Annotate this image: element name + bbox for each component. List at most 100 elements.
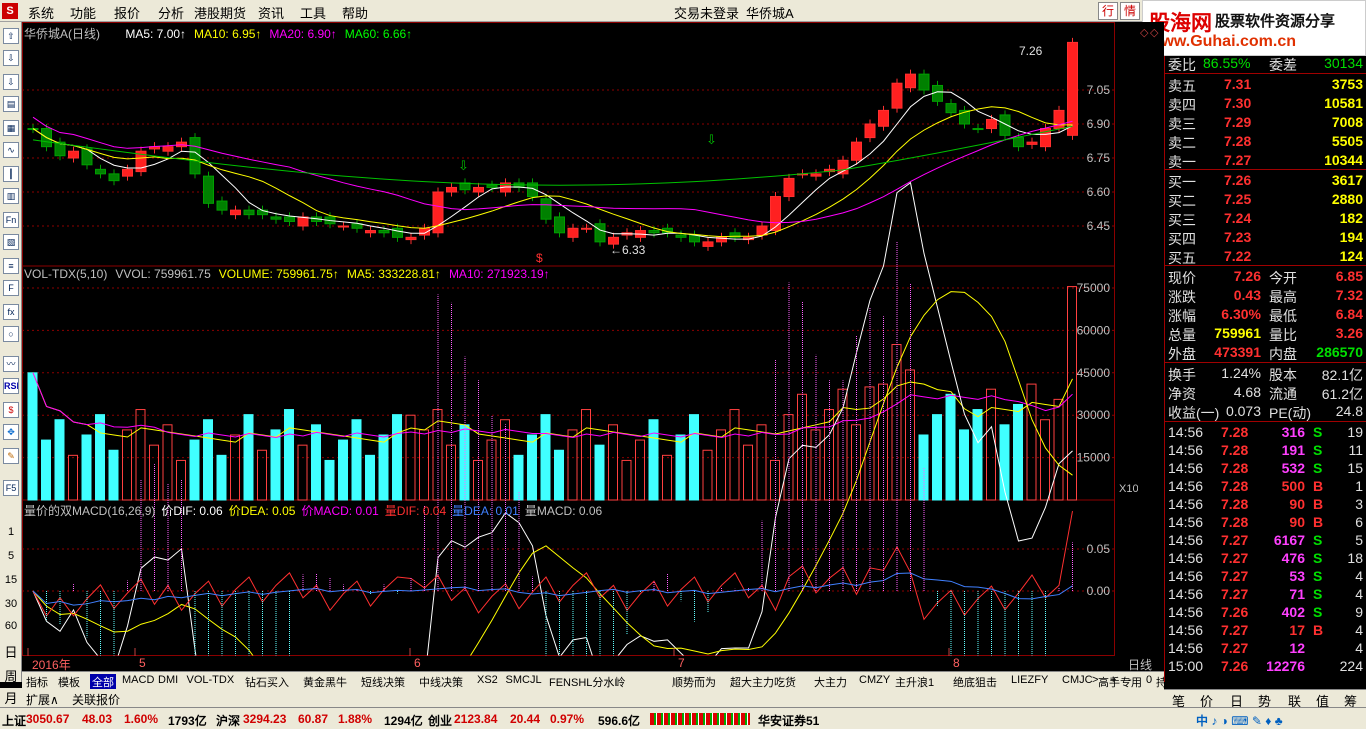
expand-tab[interactable]: 扩展∧ [26,691,59,708]
indicator-tab[interactable]: 超大主力吃货 [730,674,796,690]
system-tray-icons[interactable]: 中 ♪ ◑ ⌨ ✎ ♦ ♣ [1196,712,1283,729]
indicator-tab[interactable]: VOL-TDX [187,674,235,686]
tab-scroll-button[interactable]: > [1092,674,1098,686]
bar-chart-icon[interactable]: ▥ [3,188,19,204]
tick-row[interactable]: 14:56 7.27 6167 S 5 [1165,531,1366,550]
indicator-tab[interactable]: 高手专用 [1098,674,1142,690]
document-icon[interactable]: ▧ [3,234,19,250]
indicator-tab[interactable]: DMI [158,674,178,686]
menu-item-help[interactable]: 帮助 [342,3,368,22]
function-icon[interactable]: Fn [3,212,19,228]
move-icon[interactable]: ✥ [3,424,19,440]
stat-row[interactable]: 总量 759961 量比 3.26 [1165,324,1366,343]
indicator-tab[interactable]: 黄金黑牛 [303,674,347,690]
tick-row[interactable]: 14:56 7.27 476 S 18 [1165,549,1366,568]
indicator-tab[interactable]: 中线决策 [419,674,463,690]
circle-icon[interactable]: ○ [3,326,19,342]
indicator-tab[interactable]: 短线决策 [361,674,405,690]
list-icon[interactable]: ≡ [3,258,19,274]
menu-item-analysis[interactable]: 分析 [158,3,184,22]
tab-scroll-button[interactable]: - [1128,674,1132,686]
brand-banner[interactable]: 股海网 股票软件资源分享 www.Guhai.com.cn [1142,0,1366,56]
tick-row[interactable]: 14:56 7.27 12 4 [1165,639,1366,658]
arrow-up-icon[interactable]: ⇧ [3,28,19,44]
indicator-tab[interactable]: 指标 [26,674,48,690]
grid-icon[interactable]: ▦ [3,120,19,136]
tick-row[interactable]: 14:56 7.26 402 S 9 [1165,603,1366,622]
indicator-tab[interactable]: SMCJL [506,674,542,686]
indicator-tab[interactable]: 绝底狙击 [953,674,997,690]
stat-row[interactable]: 换手 1.24% 股本 82.1亿 [1165,364,1366,383]
indicator-tab[interactable]: CMZY [859,674,890,686]
f5-icon[interactable]: F5 [3,480,19,496]
indicator-tab[interactable]: LIEZFY [1011,674,1048,686]
period-15min[interactable]: 15 [0,574,22,586]
ask-row[interactable]: 卖二 7.28 5505 [1165,132,1366,151]
stock-chart[interactable]: 7.05 6.90 6.75 6.60 6.45 75000 60000 45000 30000… [22,22,1138,656]
formula-icon[interactable]: F [3,280,19,296]
tick-row[interactable]: 14:56 7.28 316 S 19 [1165,423,1366,442]
candle-icon[interactable]: ┃ [3,166,19,182]
indicator-tab[interactable]: CMJC [1062,674,1093,686]
bid-row[interactable]: 买三 7.24 182 [1165,209,1366,228]
stat-row[interactable]: 涨幅 6.30% 最低 6.84 [1165,305,1366,324]
period-1min[interactable]: 1 [0,526,22,538]
fx-icon[interactable]: fx [3,304,19,320]
indicator-tab[interactable]: 主升浪1 [895,674,934,690]
menu-item-system[interactable]: 系统 [28,3,54,22]
bid-row[interactable]: 买二 7.25 2880 [1165,190,1366,209]
stat-row[interactable]: 净资 4.68 流通 61.2亿 [1165,383,1366,402]
ask-row[interactable]: 卖四 7.30 10581 [1165,94,1366,113]
tab-scroll-button[interactable]: 0 [1146,674,1152,686]
indicator-tab[interactable]: FENSHL分水岭 [549,674,625,690]
stat-row[interactable]: 现价 7.26 今开 6.85 [1165,267,1366,286]
ask-row[interactable]: 卖一 7.27 10344 [1165,151,1366,170]
line-chart-icon[interactable]: ∿ [3,142,19,158]
indicator-tab[interactable]: 全部 [90,674,116,690]
ask-row[interactable]: 卖三 7.29 7008 [1165,113,1366,132]
tick-row[interactable]: 14:56 7.27 53 S 4 [1165,567,1366,586]
arrow-down-icon[interactable]: ⇩ [3,50,19,66]
bid-row[interactable]: 买四 7.23 194 [1165,228,1366,247]
menu-item-hk-futures[interactable]: 港股期货 [194,3,246,22]
bid-row[interactable]: 买五 7.22 124 [1165,247,1366,266]
period-60min[interactable]: 60 [0,620,22,632]
period-day[interactable]: 日 [0,642,22,661]
period-week[interactable]: 周 [0,666,22,685]
arrow-down2-icon[interactable]: ⇩ [3,74,19,90]
indicator-tab[interactable]: 顺势而为 [672,674,716,690]
tab-scroll-button[interactable]: + [1110,674,1116,686]
market-button[interactable]: 行 [1098,2,1118,20]
menu-item-tools[interactable]: 工具 [300,3,326,22]
ask-row[interactable]: 卖五 7.31 3753 [1165,75,1366,94]
info-button[interactable]: 情 [1120,2,1140,20]
rsi-icon[interactable]: RSI [3,378,19,394]
tick-row[interactable]: 14:56 7.28 191 S 11 [1165,441,1366,460]
stat-row[interactable]: 涨跌 0.43 最高 7.32 [1165,286,1366,305]
related-quote-tab[interactable]: 关联报价 [72,691,120,708]
indicator-tab[interactable]: XS2 [477,674,498,686]
pencil-icon[interactable]: ✎ [3,448,19,464]
committee-row[interactable]: 委比 86.55% 委差 30134 [1165,54,1366,73]
bid-row[interactable]: 买一 7.26 3617 [1165,171,1366,190]
period-30min[interactable]: 30 [0,598,22,610]
wave-icon[interactable]: 〰 [3,356,19,372]
menu-item-news[interactable]: 资讯 [258,3,284,22]
report-icon[interactable]: ▤ [3,96,19,112]
indicator-tab[interactable]: 模板 [58,674,80,690]
indicator-tab[interactable]: 钻石买入 [245,674,289,690]
tick-row[interactable]: 15:00 7.26 12276 224 [1165,657,1366,676]
tick-row[interactable]: 14:56 7.28 532 S 15 [1165,459,1366,478]
tick-row[interactable]: 14:56 7.27 17 B 4 [1165,621,1366,640]
period-5min[interactable]: 5 [0,550,22,562]
menu-item-quote[interactable]: 报价 [114,3,140,22]
indicator-tab[interactable]: MACD [122,674,154,686]
tick-row[interactable]: 14:56 7.28 500 B 1 [1165,477,1366,496]
stat-row[interactable]: 外盘 473391 内盘 286570 [1165,343,1366,362]
dollar-icon[interactable]: $ [3,402,19,418]
tick-row[interactable]: 14:56 7.27 71 S 4 [1165,585,1366,604]
stat-row[interactable]: 收益(一) 0.073 PE(动) 24.8 [1165,402,1366,421]
tick-row[interactable]: 14:56 7.28 90 B 3 [1165,495,1366,514]
period-month[interactable]: 月 [0,688,22,707]
tick-row[interactable]: 14:56 7.28 90 B 6 [1165,513,1366,532]
